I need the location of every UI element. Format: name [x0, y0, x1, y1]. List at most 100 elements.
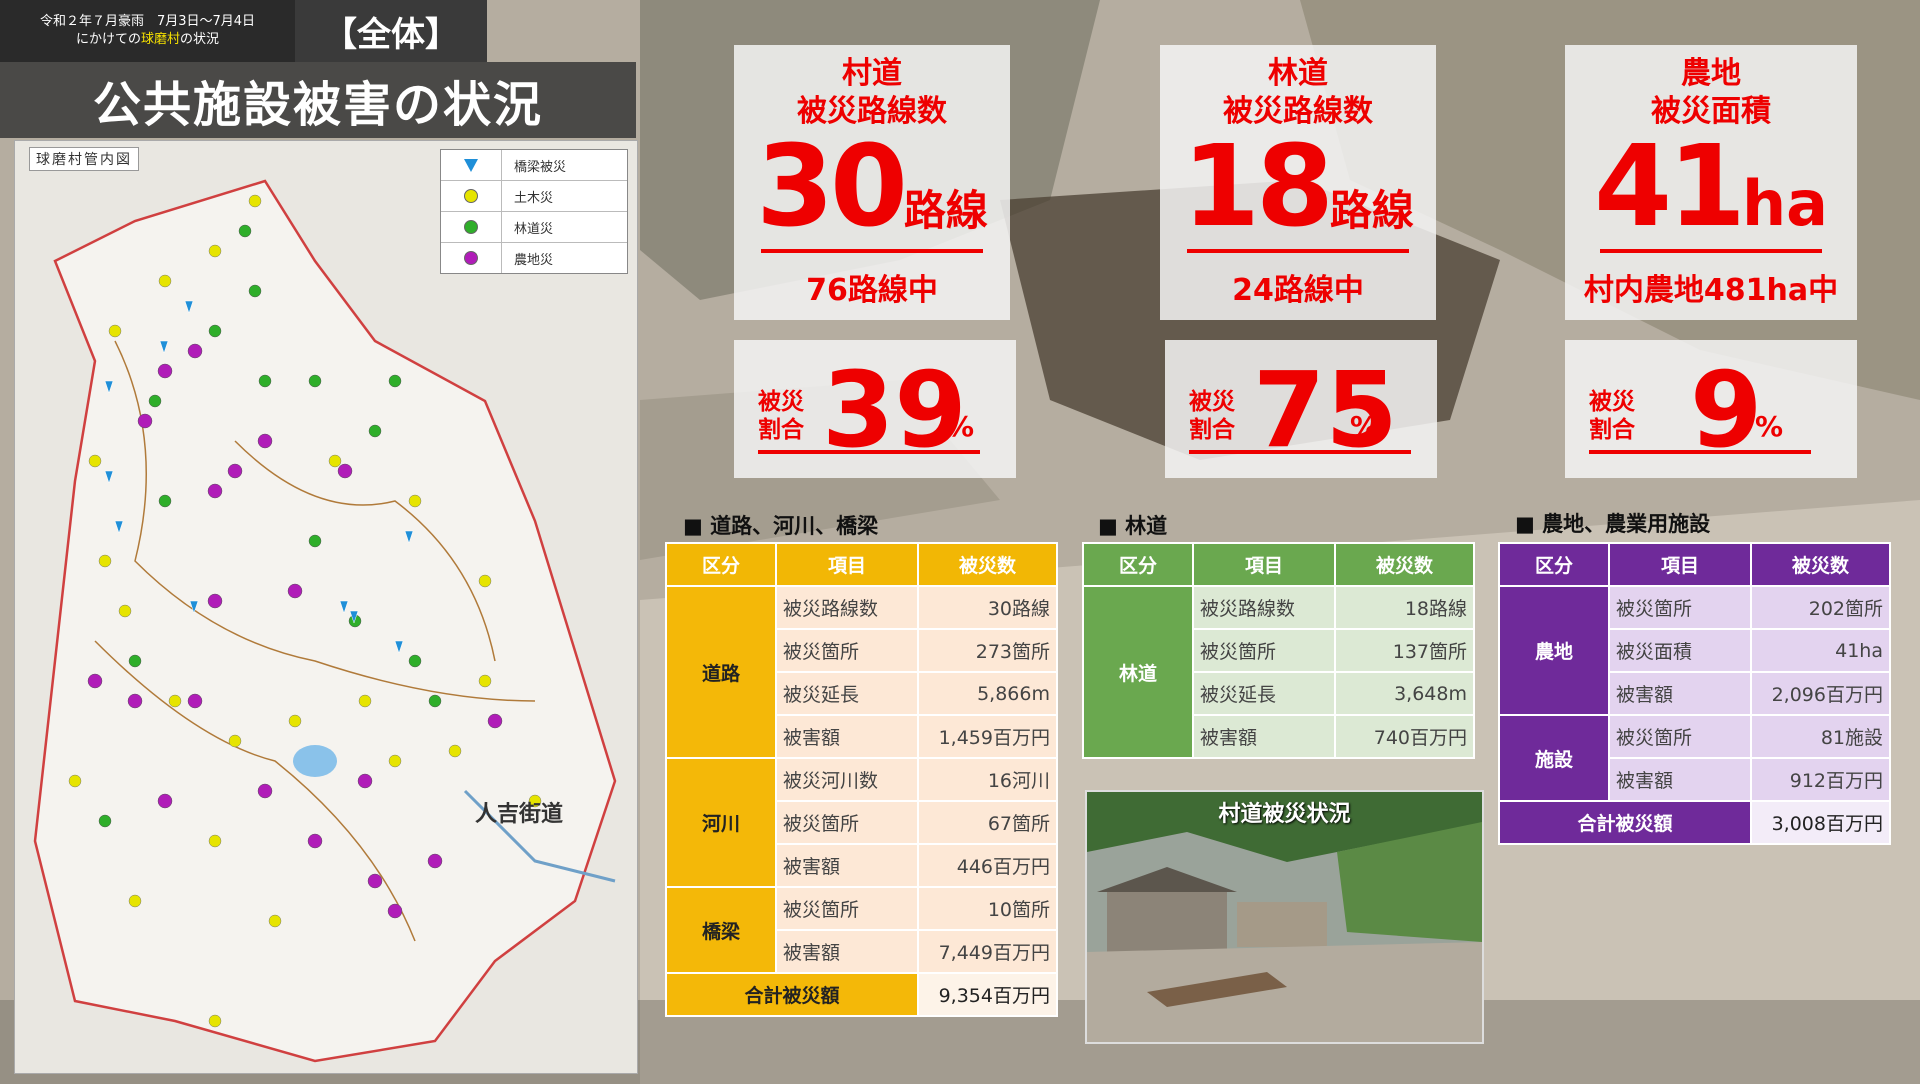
- triangle-marker-icon: [464, 158, 478, 172]
- item-cell: 被災路線数: [775, 585, 919, 630]
- table-row: 道路 被災路線数 30路線: [665, 585, 1058, 759]
- value-cell: 2,096百万円: [1750, 671, 1891, 716]
- pct-farmland: 被災 割合 9 %: [1565, 340, 1857, 478]
- date-line-2-post: の状況: [180, 32, 220, 47]
- total-value: 3,008百万円: [1750, 800, 1891, 845]
- legend-forest-label: 林道災: [514, 221, 554, 237]
- value-cell: 67箇所: [917, 800, 1058, 845]
- item-cell: 被害額: [1608, 671, 1752, 716]
- value-cell: 81施設: [1750, 714, 1891, 759]
- stat-forest-road: 林道 被災路線数 18路線 24路線中: [1160, 45, 1436, 320]
- table-header-row: 区分 項目 被災数: [1082, 542, 1475, 587]
- table-row: 河川 被災河川数 16河川: [665, 757, 1058, 888]
- total-row: 合計被災額 9,354百万円: [665, 972, 1058, 1017]
- item-cell: 被災延長: [1192, 671, 1336, 716]
- item-cell: 被災箇所: [1608, 585, 1752, 630]
- value-cell: 202箇所: [1750, 585, 1891, 630]
- item-cell: 被災面積: [1608, 628, 1752, 673]
- category-farm: 農地: [1498, 585, 1610, 716]
- village-map[interactable]: 人吉街道 球磨村管内図 橋梁被災 土木災 林道災 農地災: [14, 140, 638, 1074]
- header-kubun: 区分: [665, 542, 777, 587]
- stat-farmland: 農地 被災面積 41ha 村内農地481ha中: [1565, 45, 1857, 320]
- item-cell: 被害額: [775, 714, 919, 759]
- map-road-label: 人吉街道: [475, 801, 563, 827]
- stat-unit: 路線: [903, 186, 988, 235]
- pct-label-1: 被災: [758, 389, 804, 415]
- pct-label-1: 被災: [1189, 389, 1235, 415]
- date-line-1: 令和２年７月豪雨 7月3日～7月4日: [39, 14, 256, 29]
- pct-forest-road: 被災 割合 75 %: [1165, 340, 1437, 478]
- value-cell: 18路線: [1334, 585, 1475, 630]
- legend-forest: 林道災: [441, 212, 627, 243]
- item-cell: 被災箇所: [1608, 714, 1752, 759]
- total-value: 9,354百万円: [917, 972, 1058, 1017]
- section-farm-title: ■ 農地、農業用施設: [1515, 512, 1711, 536]
- item-cell: 被災箇所: [1192, 628, 1336, 673]
- photo-title: 村道被災状況: [1218, 802, 1351, 827]
- pct-label-2: 割合: [1589, 417, 1635, 443]
- map-graphic: 人吉街道: [15, 141, 637, 1073]
- table-row: 橋梁 被災箇所 10箇所: [665, 886, 1058, 974]
- pct-underline: [758, 450, 980, 454]
- legend-bridge: 橋梁被災: [441, 150, 627, 181]
- total-label: 合計被災額: [665, 972, 919, 1017]
- header-count: 被災数: [1750, 542, 1891, 587]
- category-facility: 施設: [1498, 714, 1610, 802]
- table-row: 農地 被災箇所 202箇所: [1498, 585, 1891, 716]
- category-forest: 林道: [1082, 585, 1194, 759]
- forest-road-table: 区分 項目 被災数 林道 被災路線数 18路線 被災箇所 137箇所 被災延長 3,64…: [1082, 542, 1475, 759]
- item-cell: 被災延長: [775, 671, 919, 716]
- stat-head-1: 林道: [1268, 56, 1328, 91]
- stat-head-1: 村道: [842, 56, 902, 91]
- value-cell: 137箇所: [1334, 628, 1475, 673]
- table-row: 林道 被災路線数 18路線: [1082, 585, 1475, 759]
- header-koumoku: 項目: [1608, 542, 1752, 587]
- stat-unit: ha: [1741, 167, 1828, 240]
- farmland-table: 区分 項目 被災数 農地 被災箇所 202箇所 被災面積 41ha 被害額 2,096百…: [1498, 542, 1891, 845]
- item-cell: 被災箇所: [775, 800, 919, 845]
- item-cell: 被災箇所: [775, 628, 919, 673]
- legend-bridge-label: 橋梁被災: [514, 159, 567, 175]
- item-cell: 被災路線数: [1192, 585, 1336, 630]
- green-dot-icon: [464, 220, 478, 234]
- stat-unit: 路線: [1329, 186, 1414, 235]
- value-cell: 5,866m: [917, 671, 1058, 716]
- value-cell: 1,459百万円: [917, 714, 1058, 759]
- value-cell: 446百万円: [917, 843, 1058, 888]
- header-kubun: 区分: [1082, 542, 1194, 587]
- pct-underline: [1589, 450, 1811, 454]
- header-kubun: 区分: [1498, 542, 1610, 587]
- page-title: 公共施設被害の状況: [0, 62, 636, 138]
- stat-sub: 村内農地481ha中: [1583, 273, 1839, 308]
- value-cell: 3,648m: [1334, 671, 1475, 716]
- category-bridge: 橋梁: [665, 886, 777, 974]
- value-cell: 273箇所: [917, 628, 1058, 673]
- header-koumoku: 項目: [1192, 542, 1336, 587]
- value-cell: 16河川: [917, 757, 1058, 802]
- purple-dot-icon: [464, 251, 478, 265]
- header-count: 被災数: [1334, 542, 1475, 587]
- table-row: 施設 被災箇所 81施設: [1498, 714, 1891, 802]
- value-cell: 912百万円: [1750, 757, 1891, 802]
- stat-village-road: 村道 被災路線数 30路線 76路線中: [734, 45, 1010, 320]
- category-road: 道路: [665, 585, 777, 759]
- photo-graphic: [1087, 792, 1482, 1042]
- pct-unit: %: [1350, 410, 1379, 443]
- yellow-dot-icon: [464, 189, 478, 203]
- item-cell: 被害額: [775, 929, 919, 974]
- map-legend: 橋梁被災 土木災 林道災 農地災: [440, 149, 628, 274]
- pct-number: 9: [1690, 349, 1763, 471]
- pct-unit: %: [946, 410, 975, 443]
- stat-number: 30: [756, 122, 908, 252]
- legend-farm-label: 農地災: [514, 252, 554, 268]
- road-river-bridge-table: 区分 項目 被災数 道路 被災路線数 30路線 被災箇所 273箇所 被災延長 5,86…: [665, 542, 1058, 1017]
- date-banner: 令和２年７月豪雨 7月3日～7月4日 にかけての球磨村の状況: [0, 0, 295, 62]
- stat-sub: 24路線中: [1232, 273, 1364, 308]
- item-cell: 被災箇所: [775, 886, 919, 931]
- pct-village-road: 被災 割合 39 %: [734, 340, 1016, 478]
- scope-label: 【全体】: [295, 0, 487, 62]
- value-cell: 740百万円: [1334, 714, 1475, 759]
- total-label: 合計被災額: [1498, 800, 1752, 845]
- value-cell: 41ha: [1750, 628, 1891, 673]
- pct-unit: %: [1755, 410, 1784, 443]
